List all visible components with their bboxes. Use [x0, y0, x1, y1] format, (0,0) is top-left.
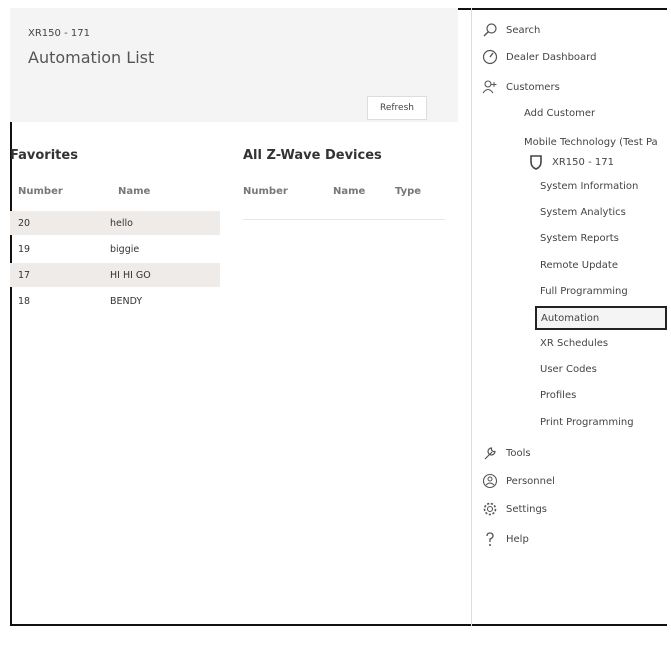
customers-icon: [482, 80, 497, 94]
nav-label: User Codes: [540, 364, 597, 375]
nav-label: System Analytics: [540, 207, 626, 218]
nav-remote-update[interactable]: Remote Update: [540, 260, 618, 271]
nav-system-reports[interactable]: System Reports: [540, 233, 619, 244]
nav-print-programming[interactable]: Print Programming: [540, 417, 634, 428]
nav-label: System Information: [540, 181, 639, 192]
nav-personnel[interactable]: Personnel: [482, 473, 555, 489]
nav-label: Add Customer: [524, 108, 596, 119]
row-number: 17: [18, 269, 31, 281]
nav-label: Tools: [506, 447, 531, 459]
nav-label: Dealer Dashboard: [506, 51, 597, 63]
zwave-col-type: Type: [395, 186, 422, 197]
nav-user-codes[interactable]: User Codes: [540, 364, 597, 375]
breadcrumb[interactable]: XR150 - 171: [28, 28, 90, 39]
favorites-col-name: Name: [118, 186, 151, 197]
row-number: 19: [18, 243, 31, 255]
table-row[interactable]: 18 BENDY: [10, 289, 220, 313]
nav-label: Help: [506, 533, 529, 545]
nav-system-analytics[interactable]: System Analytics: [540, 207, 626, 218]
gear-icon: [483, 502, 497, 516]
favorites-col-number: Number: [18, 186, 63, 197]
nav-customers[interactable]: Customers: [482, 79, 560, 95]
zwave-title: All Z-Wave Devices: [243, 148, 382, 163]
refresh-button[interactable]: Refresh: [367, 96, 427, 120]
favorites-title: Favorites: [10, 148, 78, 163]
nav-label: XR150 - 171: [552, 156, 614, 168]
help-icon: [486, 532, 494, 546]
nav-help[interactable]: Help: [482, 531, 529, 547]
table-row[interactable]: 19 biggie: [10, 237, 220, 261]
nav-dealer-dashboard[interactable]: Dealer Dashboard: [482, 49, 596, 65]
row-name: BENDY: [110, 295, 143, 307]
nav-profiles[interactable]: Profiles: [540, 390, 576, 401]
nav-label: Profiles: [540, 390, 577, 401]
row-number: 20: [18, 217, 31, 229]
nav-label: Settings: [506, 503, 548, 515]
nav-settings[interactable]: Settings: [482, 501, 547, 517]
nav-label: Full Programming: [540, 286, 628, 297]
nav-label: Personnel: [506, 475, 555, 487]
row-name: hello: [110, 217, 133, 229]
nav-customer[interactable]: Mobile Technology (Test Pa: [524, 137, 658, 148]
wrench-icon: [484, 447, 496, 460]
nav-label: System Reports: [540, 233, 619, 244]
search-icon: [483, 23, 497, 37]
nav-label: Search: [506, 24, 541, 36]
dashboard-icon: [482, 49, 498, 65]
nav-tools[interactable]: Tools: [482, 445, 531, 461]
row-number: 18: [18, 295, 31, 307]
divider: [243, 219, 445, 220]
nav-system-information[interactable]: System Information: [540, 181, 638, 192]
nav-label: Remote Update: [540, 260, 618, 271]
table-row[interactable]: 17 HI HI GO: [10, 263, 220, 287]
nav-label: Print Programming: [540, 417, 634, 428]
row-name: HI HI GO: [110, 269, 151, 281]
nav-xr-schedules[interactable]: XR Schedules: [540, 338, 608, 349]
row-name: biggie: [110, 243, 140, 255]
page-title: Automation List: [28, 48, 155, 67]
nav-panel[interactable]: XR150 - 171: [528, 154, 614, 170]
nav-add-customer[interactable]: Add Customer: [524, 108, 595, 119]
nav-label: XR Schedules: [540, 338, 609, 349]
nav-full-programming[interactable]: Full Programming: [540, 286, 628, 297]
main-content: XR150 - 171 Automation List Refresh Favo…: [10, 8, 471, 626]
nav-label: Automation: [541, 312, 600, 324]
nav-search[interactable]: Search: [482, 22, 540, 38]
shield-icon: [530, 155, 542, 170]
nav-label: Mobile Technology (Test Pa: [524, 137, 658, 148]
zwave-col-number: Number: [243, 186, 288, 197]
zwave-col-name: Name: [333, 186, 366, 197]
nav-automation[interactable]: Automation: [535, 306, 667, 330]
table-row[interactable]: 20 hello: [10, 211, 220, 235]
personnel-icon: [482, 473, 498, 489]
page-header: XR150 - 171 Automation List Refresh: [10, 8, 458, 122]
nav-label: Customers: [506, 81, 560, 93]
